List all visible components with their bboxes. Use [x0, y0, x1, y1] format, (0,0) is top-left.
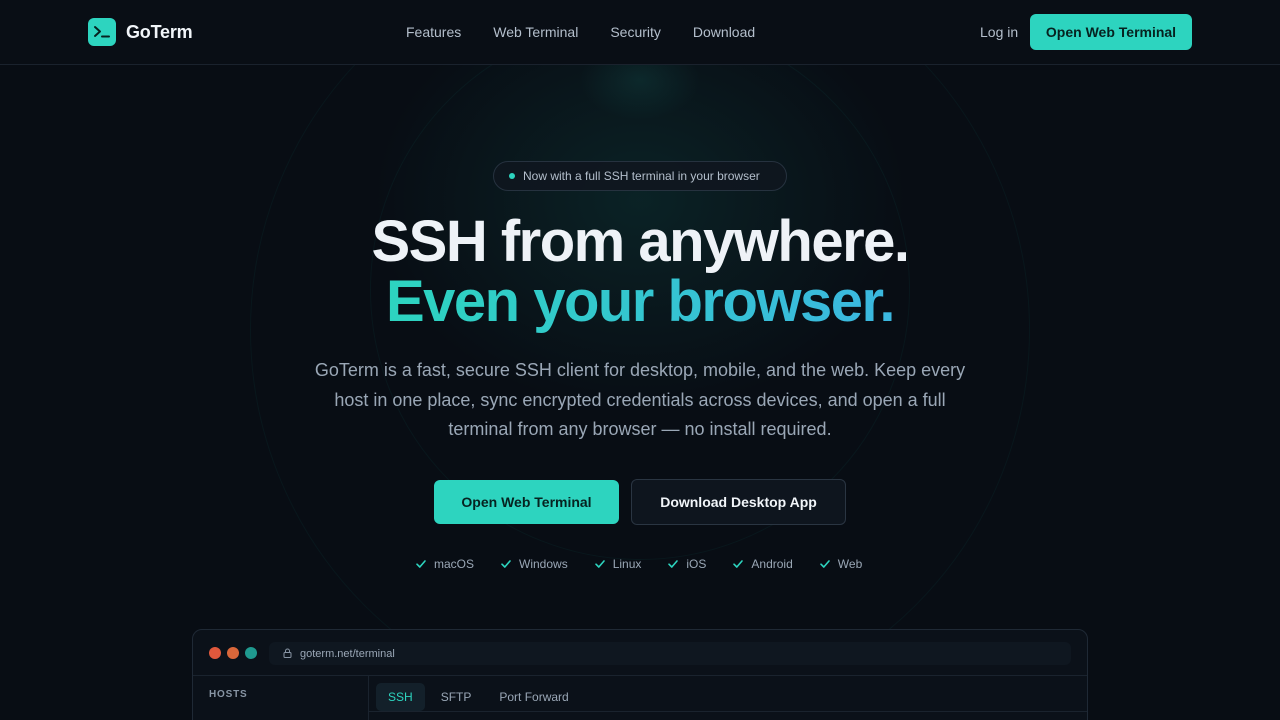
- platform-label: Android: [751, 557, 793, 571]
- check-icon: [732, 558, 744, 570]
- login-link[interactable]: Log in: [980, 24, 1018, 40]
- platform-item-linux: Linux: [594, 557, 642, 571]
- hero-subtitle: GoTerm is a fast, secure SSH client for …: [314, 360, 966, 439]
- check-icon: [415, 558, 427, 570]
- hosts-heading: HOSTS: [209, 689, 248, 700]
- hosts-sidebar: HOSTS: [193, 676, 369, 720]
- supported-platforms: macOS Windows Linux iOS Android Web: [415, 557, 888, 571]
- close-window-dot: [209, 647, 221, 659]
- check-icon: [500, 558, 512, 570]
- nav-links: Features Web Terminal Security Download: [406, 24, 787, 40]
- status-dot-icon: [509, 173, 515, 179]
- platform-label: macOS: [434, 557, 475, 571]
- window-title-bar: goterm.net/terminal: [193, 630, 1087, 676]
- platform-item-android: Android: [732, 557, 793, 571]
- top-navigation: GoTerm Features Web Terminal Security Do…: [0, 0, 1280, 65]
- platform-label: Windows: [519, 557, 568, 571]
- check-icon: [594, 558, 606, 570]
- nav-link-security[interactable]: Security: [610, 24, 661, 40]
- platform-item-web: Web: [819, 557, 862, 571]
- brand-name: GoTerm: [126, 21, 193, 42]
- platform-item-macos: macOS: [415, 557, 474, 571]
- terminal-tabs: SSH SFTP Port Forward: [376, 683, 585, 711]
- nav-link-web-terminal[interactable]: Web Terminal: [493, 24, 578, 40]
- open-web-terminal-nav-button[interactable]: Open Web Terminal: [1030, 14, 1192, 50]
- check-icon: [667, 558, 679, 570]
- tab-sftp[interactable]: SFTP: [429, 683, 484, 711]
- hero-title-gradient-text: Even your browser.: [385, 269, 896, 334]
- check-icon: [819, 558, 831, 570]
- download-desktop-app-button[interactable]: Download Desktop App: [631, 479, 846, 525]
- platform-label: Web: [837, 557, 863, 571]
- open-web-terminal-button[interactable]: Open Web Terminal: [434, 480, 619, 524]
- hero-title-line-1: SSH from anywhere.: [371, 209, 910, 274]
- tabs-divider: [369, 711, 1087, 712]
- tab-ssh[interactable]: SSH: [376, 683, 425, 711]
- platform-label: iOS: [686, 557, 707, 571]
- announcement-badge[interactable]: Now with a full SSH terminal in your bro…: [493, 161, 787, 191]
- platform-item-windows: Windows: [500, 557, 568, 571]
- address-url: goterm.net/terminal: [300, 647, 395, 660]
- brand-logo[interactable]: GoTerm: [88, 18, 193, 46]
- minimize-window-dot: [227, 647, 239, 659]
- announcement-text: Now with a full SSH terminal in your bro…: [523, 169, 760, 183]
- address-bar: goterm.net/terminal: [269, 642, 1071, 665]
- platform-label: Linux: [612, 557, 642, 571]
- platform-item-ios: iOS: [667, 557, 706, 571]
- maximize-window-dot: [245, 647, 257, 659]
- hero-title-line-2: Even your browser.: [0, 272, 1280, 332]
- lock-icon: [283, 645, 292, 663]
- tab-port-forward[interactable]: Port Forward: [487, 683, 580, 711]
- nav-link-download[interactable]: Download: [693, 24, 755, 40]
- terminal-prompt-icon: [88, 18, 116, 46]
- terminal-preview-window: goterm.net/terminal HOSTS: [192, 629, 1088, 720]
- nav-link-features[interactable]: Features: [406, 24, 461, 40]
